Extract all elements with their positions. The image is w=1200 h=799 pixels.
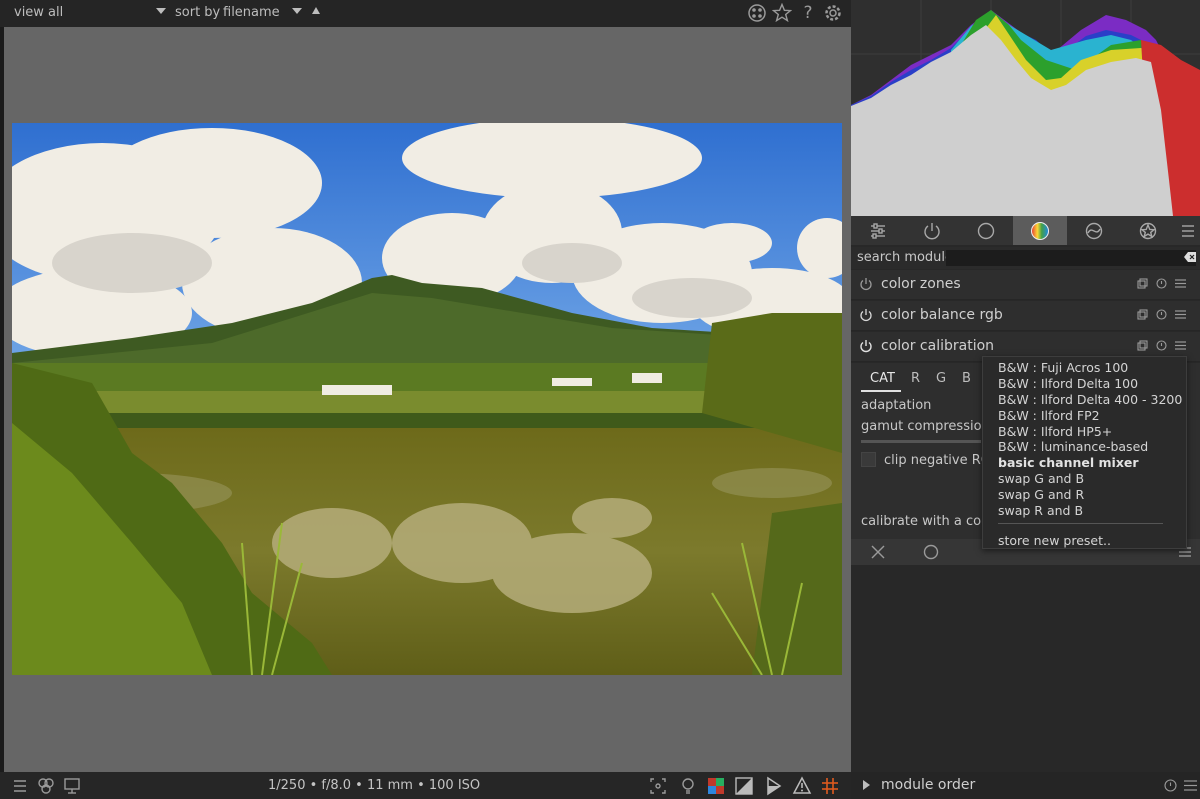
exif-info: 1/250 • f/8.0 • 11 mm • 100 ISO xyxy=(268,778,481,793)
color-icon xyxy=(1031,221,1049,240)
bulb-icon[interactable] xyxy=(678,776,698,796)
effect-tab[interactable] xyxy=(1121,216,1175,245)
photo-preview[interactable] xyxy=(12,123,842,675)
tab-r[interactable]: R xyxy=(911,371,920,386)
reset-icon[interactable] xyxy=(1156,340,1167,351)
overexposed-icon[interactable] xyxy=(734,776,754,796)
color-check-icon[interactable] xyxy=(706,776,726,796)
preset-item[interactable]: swap G and B xyxy=(998,471,1084,486)
presets-icon[interactable] xyxy=(1175,340,1186,351)
module-label: color balance rgb xyxy=(881,307,1003,323)
module-label: color zones xyxy=(881,276,961,292)
power-icon[interactable] xyxy=(859,339,873,353)
sort-dropdown-icon[interactable] xyxy=(292,8,302,14)
tab-b[interactable]: B xyxy=(962,371,971,386)
softproof-icon[interactable] xyxy=(764,776,784,796)
quick-access-icon xyxy=(871,222,885,239)
module-group-tabs xyxy=(851,216,1200,245)
preset-item[interactable]: B&W : Ilford HP5+ xyxy=(998,424,1112,439)
multi-instance-icon[interactable] xyxy=(1137,278,1148,289)
histogram[interactable] xyxy=(851,0,1200,216)
search-module-label: search module xyxy=(857,250,954,265)
grouping-icon[interactable] xyxy=(747,3,767,23)
power-icon[interactable] xyxy=(859,308,873,322)
groups-menu-tab[interactable] xyxy=(1175,216,1200,245)
reset-icon[interactable] xyxy=(1156,278,1167,289)
view-label: view xyxy=(14,5,44,20)
gear-icon[interactable] xyxy=(823,3,843,23)
correct-icon xyxy=(1085,222,1103,239)
close-icon[interactable] xyxy=(869,543,887,561)
store-new-preset-item[interactable]: store new preset.. xyxy=(998,533,1111,548)
active-modules-tab[interactable] xyxy=(905,216,959,245)
circle-icon[interactable] xyxy=(922,543,940,561)
color-tab[interactable] xyxy=(1013,216,1067,245)
module-order-bar[interactable]: module order xyxy=(851,772,1200,799)
search-module-row: search module xyxy=(851,247,1200,269)
multi-instance-icon[interactable] xyxy=(1137,309,1148,320)
view-dropdown-icon[interactable] xyxy=(156,8,166,14)
module-label: color calibration xyxy=(881,338,995,354)
sort-select[interactable]: filename xyxy=(223,5,280,20)
reset-icon[interactable] xyxy=(1156,309,1167,320)
preset-item-selected[interactable]: basic channel mixer xyxy=(998,455,1139,470)
module-color-zones[interactable]: color zones xyxy=(851,270,1200,300)
presets-icon[interactable] xyxy=(1175,309,1186,320)
quick-access-tab[interactable] xyxy=(851,216,905,245)
sort-label: sort by xyxy=(175,5,221,20)
help-icon[interactable]: ? xyxy=(798,3,818,23)
active-modules-icon xyxy=(924,222,940,239)
active-tab-indicator xyxy=(861,390,901,392)
menu-icon xyxy=(1181,224,1194,237)
gamut-compression-label[interactable]: gamut compression xyxy=(861,419,990,434)
preset-item[interactable]: B&W : Ilford Delta 400 - 3200 xyxy=(998,392,1182,407)
preset-item[interactable]: swap R and B xyxy=(998,503,1083,518)
gamut-warning-icon[interactable] xyxy=(792,776,812,796)
sort-order-icon[interactable] xyxy=(312,7,320,14)
display-icon[interactable] xyxy=(62,776,82,796)
clear-search-icon[interactable] xyxy=(1184,252,1196,262)
correct-tab[interactable] xyxy=(1067,216,1121,245)
top-toolbar: view all sort by filename ? xyxy=(0,0,851,27)
preset-item[interactable]: B&W : Ilford FP2 xyxy=(998,408,1100,423)
tab-cat[interactable]: CAT xyxy=(870,371,895,386)
color-assessment-icon[interactable] xyxy=(36,776,56,796)
bottom-toolbar: 1/250 • f/8.0 • 11 mm • 100 ISO xyxy=(0,772,851,799)
presets-icon[interactable] xyxy=(1184,779,1197,792)
multi-instance-icon[interactable] xyxy=(1137,340,1148,351)
expand-arrow-icon[interactable] xyxy=(863,780,870,790)
clip-negative-rgb-checkbox[interactable] xyxy=(861,452,876,467)
presets-icon[interactable] xyxy=(1175,278,1186,289)
focus-peaking-icon[interactable] xyxy=(648,776,668,796)
presets-menu: B&W : Fuji Acros 100 B&W : Ilford Delta … xyxy=(982,356,1187,549)
preset-item[interactable]: swap G and R xyxy=(998,487,1084,502)
guides-icon[interactable] xyxy=(820,776,840,796)
preset-item[interactable]: B&W : Fuji Acros 100 xyxy=(998,360,1128,375)
reset-icon[interactable] xyxy=(1164,779,1177,792)
module-color-balance-rgb[interactable]: color balance rgb xyxy=(851,301,1200,331)
preset-item[interactable]: B&W : Ilford Delta 100 xyxy=(998,376,1138,391)
search-module-input[interactable] xyxy=(946,250,1196,266)
power-icon[interactable] xyxy=(859,277,873,291)
preset-item[interactable]: B&W : luminance-based xyxy=(998,439,1148,454)
menu-icon[interactable] xyxy=(10,776,30,796)
star-icon[interactable] xyxy=(771,2,793,23)
menu-separator xyxy=(998,523,1163,524)
base-icon xyxy=(977,222,995,239)
base-tab[interactable] xyxy=(959,216,1013,245)
view-select[interactable]: all xyxy=(48,5,63,20)
adaptation-label[interactable]: adaptation xyxy=(861,398,931,413)
calibrate-with-color-label[interactable]: calibrate with a color xyxy=(861,514,998,529)
gamut-compression-slider[interactable] xyxy=(861,440,981,443)
effect-icon xyxy=(1139,222,1157,239)
tab-g[interactable]: G xyxy=(936,371,946,386)
module-order-label: module order xyxy=(881,777,976,793)
